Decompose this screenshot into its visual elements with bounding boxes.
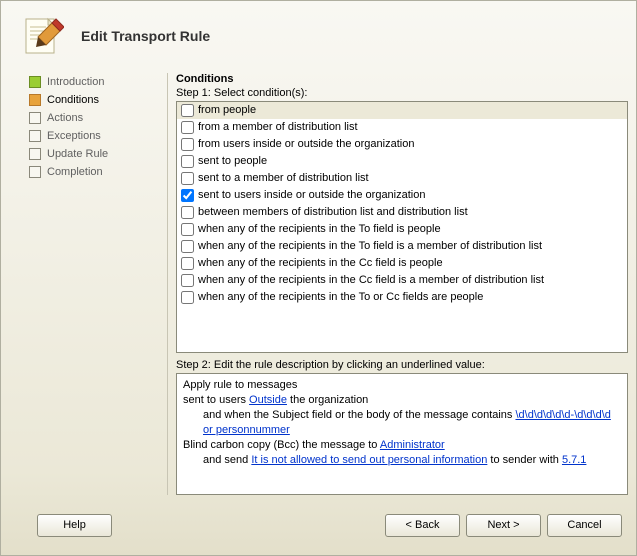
nav-exceptions[interactable]: Exceptions (29, 127, 163, 145)
nav-completion[interactable]: Completion (29, 163, 163, 181)
condition-checkbox[interactable] (181, 138, 194, 151)
condition-label: when any of the recipients in the To fie… (198, 222, 441, 237)
condition-label: when any of the recipients in the Cc fie… (198, 273, 544, 288)
condition-label: when any of the recipients in the To fie… (198, 239, 542, 254)
wizard-footer: Help < Back Next > Cancel (1, 499, 636, 555)
rule-description-box: Apply rule to messages sent to users Out… (176, 373, 628, 495)
link-reject-text[interactable]: It is not allowed to send out personal i… (251, 454, 487, 466)
condition-checkbox[interactable] (181, 240, 194, 253)
condition-label: when any of the recipients in the To or … (198, 290, 483, 305)
desc-line-send: and send It is not allowed to send out p… (183, 453, 621, 468)
condition-row[interactable]: when any of the recipients in the To fie… (177, 221, 627, 238)
link-scope[interactable]: Outside (249, 394, 287, 406)
wizard-sidebar: Introduction Conditions Actions Exceptio… (9, 73, 167, 495)
condition-label: sent to users inside or outside the orga… (198, 188, 425, 203)
condition-row[interactable]: from users inside or outside the organiz… (177, 136, 627, 153)
condition-label: from a member of distribution list (198, 120, 358, 135)
wizard-title: Edit Transport Rule (81, 28, 210, 44)
condition-checkbox[interactable] (181, 223, 194, 236)
nav-label: Completion (47, 166, 103, 178)
condition-row[interactable]: sent to a member of distribution list (177, 170, 627, 187)
link-status-code[interactable]: 5.7.1 (562, 454, 586, 466)
step-done-icon (29, 76, 41, 88)
desc-line-apply: Apply rule to messages (183, 378, 621, 393)
back-button[interactable]: < Back (385, 514, 460, 537)
nav-label: Exceptions (47, 130, 101, 142)
desc-line-sent-to: sent to users Outside the organization (183, 393, 621, 408)
step-pending-icon (29, 112, 41, 124)
condition-row[interactable]: when any of the recipients in the Cc fie… (177, 272, 627, 289)
condition-checkbox[interactable] (181, 291, 194, 304)
condition-label: from users inside or outside the organiz… (198, 137, 414, 152)
condition-checkbox[interactable] (181, 121, 194, 134)
condition-row[interactable]: when any of the recipients in the To or … (177, 289, 627, 306)
condition-row[interactable]: from a member of distribution list (177, 119, 627, 136)
step1-label: Step 1: Select condition(s): (176, 87, 628, 99)
condition-checkbox[interactable] (181, 155, 194, 168)
condition-checkbox[interactable] (181, 206, 194, 219)
condition-checkbox[interactable] (181, 172, 194, 185)
condition-checkbox[interactable] (181, 104, 194, 117)
step-pending-icon (29, 166, 41, 178)
condition-row[interactable]: sent to people (177, 153, 627, 170)
section-title: Conditions (176, 73, 628, 85)
step-current-icon (29, 94, 41, 106)
condition-label: when any of the recipients in the Cc fie… (198, 256, 443, 271)
condition-row[interactable]: when any of the recipients in the To fie… (177, 238, 627, 255)
nav-conditions[interactable]: Conditions (29, 91, 163, 109)
desc-line-bcc: Blind carbon copy (Bcc) the message to A… (183, 438, 621, 453)
condition-checkbox[interactable] (181, 274, 194, 287)
condition-label: from people (198, 103, 256, 118)
nav-label: Conditions (47, 94, 99, 106)
desc-line-subject: and when the Subject field or the body o… (183, 408, 621, 438)
next-button[interactable]: Next > (466, 514, 541, 537)
wizard-body: Introduction Conditions Actions Exceptio… (1, 73, 636, 499)
condition-row[interactable]: between members of distribution list and… (177, 204, 627, 221)
document-pencil-icon (19, 12, 67, 60)
help-button[interactable]: Help (37, 514, 112, 537)
nav-actions[interactable]: Actions (29, 109, 163, 127)
cancel-button[interactable]: Cancel (547, 514, 622, 537)
conditions-scroll[interactable]: from people from a member of distribution… (177, 102, 627, 352)
step2-label: Step 2: Edit the rule description by cli… (176, 359, 628, 371)
link-recipient[interactable]: Administrator (380, 439, 445, 451)
condition-row[interactable]: when any of the recipients in the Cc fie… (177, 255, 627, 272)
condition-row[interactable]: sent to users inside or outside the orga… (177, 187, 627, 204)
wizard-header: Edit Transport Rule (1, 1, 636, 73)
step-pending-icon (29, 148, 41, 160)
condition-checkbox[interactable] (181, 189, 194, 202)
conditions-listbox: from people from a member of distribution… (176, 101, 628, 353)
condition-checkbox[interactable] (181, 257, 194, 270)
condition-row[interactable]: from people (177, 102, 627, 119)
condition-label: sent to a member of distribution list (198, 171, 369, 186)
nav-update-rule[interactable]: Update Rule (29, 145, 163, 163)
wizard-window: Edit Transport Rule Introduction Conditi… (0, 0, 637, 556)
nav-introduction[interactable]: Introduction (29, 73, 163, 91)
condition-label: between members of distribution list and… (198, 205, 468, 220)
wizard-main: Conditions Step 1: Select condition(s): … (167, 73, 628, 495)
step-pending-icon (29, 130, 41, 142)
nav-label: Actions (47, 112, 83, 124)
nav-label: Update Rule (47, 148, 108, 160)
condition-label: sent to people (198, 154, 267, 169)
nav-label: Introduction (47, 76, 104, 88)
